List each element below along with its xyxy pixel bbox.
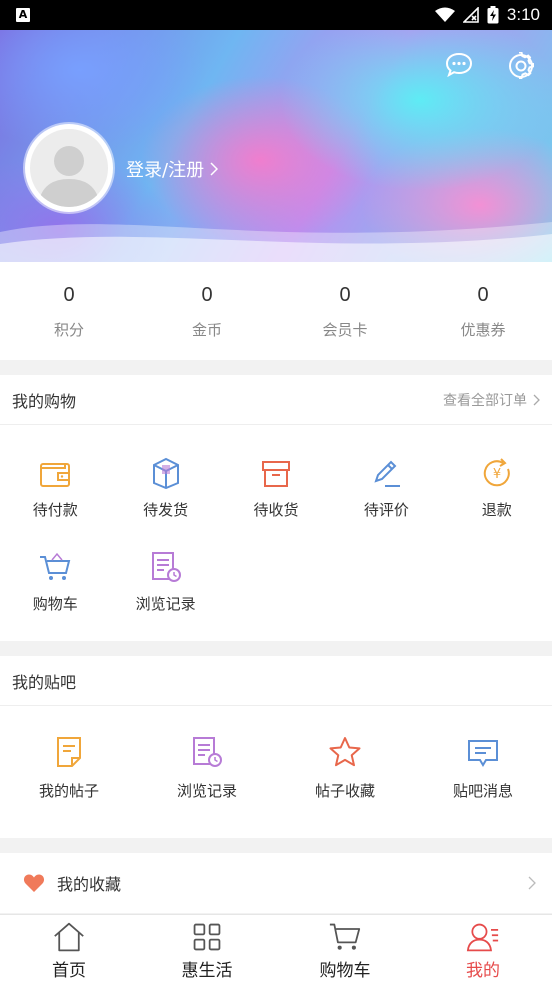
account-stats: 0 积分 0 金币 0 会员卡 0 优惠券 [0, 262, 552, 360]
cart-icon [329, 923, 361, 950]
wifi-icon [434, 7, 455, 22]
order-pending-receipt[interactable]: 待收货 [221, 425, 331, 521]
login-register-label: 登录/注册 [126, 160, 205, 181]
profile-icon [466, 923, 499, 952]
stat-value: 0 [63, 284, 75, 306]
home-icon [54, 922, 84, 952]
order-pending-shipment[interactable]: 待发货 [110, 425, 220, 521]
header-wave-decoration [0, 222, 552, 262]
chat-bubble-icon [445, 52, 473, 78]
stat-label: 金币 [191, 321, 222, 339]
cart-icon [40, 552, 71, 580]
stat-value: 0 [339, 284, 351, 306]
tieba-messages-entry[interactable]: 贴吧消息 [414, 706, 552, 836]
bottom-tab-bar: 首页 惠生活 购物车 我的 [0, 914, 552, 981]
tab-label: 我的 [466, 961, 500, 981]
svg-text:¥: ¥ [493, 467, 501, 482]
chevron-right-icon [533, 394, 540, 405]
my-favorites-row[interactable]: 我的收藏 [0, 853, 552, 913]
stat-coupons[interactable]: 0 优惠券 [414, 262, 552, 360]
view-all-orders-label: 查看全部订单 [443, 392, 527, 409]
tieba-item-label: 我的帖子 [38, 782, 99, 800]
order-status-label: 退款 [481, 501, 512, 519]
tieba-history-entry[interactable]: 浏览记录 [138, 706, 276, 836]
my-shopping-section: 我的购物 查看全部订单 待付款 待发货 待收货 待评价 ¥ 退款 购物车 浏览记… [0, 375, 552, 641]
message-icon [468, 740, 498, 767]
shopping-item-label: 浏览记录 [135, 595, 196, 613]
default-avatar-icon [38, 146, 100, 207]
avatar[interactable] [25, 124, 113, 212]
tieba-item-label: 帖子收藏 [314, 782, 375, 800]
section-title: 我的购物 [12, 391, 77, 411]
history-icon [151, 552, 181, 582]
shopping-item-label: 购物车 [32, 595, 78, 613]
shopping-cart-entry[interactable]: 购物车 [0, 521, 110, 617]
app-badge-icon: A [16, 8, 30, 22]
section-title: 我的贴吧 [12, 672, 77, 692]
stat-coins[interactable]: 0 金币 [138, 262, 276, 360]
tieba-item-label: 贴吧消息 [452, 782, 513, 800]
box-icon [261, 461, 290, 487]
message-button[interactable] [445, 52, 473, 78]
profile-header: 登录/注册 [0, 30, 552, 262]
view-all-orders-link[interactable]: 查看全部订单 [443, 390, 540, 410]
no-signal-icon [462, 7, 479, 23]
chevron-right-icon [528, 876, 536, 890]
post-favorites-entry[interactable]: 帖子收藏 [276, 706, 414, 836]
wallet-icon [40, 463, 71, 487]
package-icon [152, 457, 179, 489]
status-bar: A 3:10 [0, 0, 552, 30]
shopping-history-entry[interactable]: 浏览记录 [110, 521, 220, 617]
settings-button[interactable] [507, 52, 535, 80]
order-pending-review[interactable]: 待评价 [331, 425, 441, 521]
tieba-item-label: 浏览记录 [176, 782, 237, 800]
grid-icon [193, 923, 221, 951]
stat-label: 会员卡 [322, 321, 368, 339]
star-icon [329, 737, 361, 767]
order-refund[interactable]: ¥ 退款 [442, 425, 552, 521]
order-pending-payment[interactable]: 待付款 [0, 425, 110, 521]
tab-label: 惠生活 [181, 961, 233, 981]
order-status-label: 待评价 [363, 501, 409, 519]
stat-value: 0 [477, 284, 489, 306]
chevron-right-icon [210, 162, 219, 176]
tab-cart[interactable]: 购物车 [276, 915, 414, 981]
stat-label: 优惠券 [460, 321, 506, 339]
gear-icon [509, 52, 534, 79]
login-register-link[interactable]: 登录/注册 [126, 156, 219, 182]
battery-icon [487, 6, 499, 24]
order-status-label: 待发货 [143, 501, 189, 519]
section-header: 我的贴吧 [0, 656, 552, 706]
stat-label: 积分 [53, 321, 84, 339]
order-status-label: 待付款 [32, 501, 78, 519]
tab-hui-life[interactable]: 惠生活 [138, 915, 276, 981]
history-icon [193, 737, 222, 767]
heart-icon [23, 874, 45, 892]
tab-mine[interactable]: 我的 [414, 915, 552, 981]
my-posts-entry[interactable]: 我的帖子 [0, 706, 138, 836]
note-icon [57, 737, 81, 767]
my-favorites-label: 我的收藏 [57, 875, 122, 894]
order-status-label: 待收货 [253, 501, 299, 519]
refund-icon: ¥ [483, 458, 510, 487]
stat-points[interactable]: 0 积分 [0, 262, 138, 360]
clock-time: 3:10 [506, 5, 540, 24]
tab-home[interactable]: 首页 [0, 915, 138, 981]
tab-label: 购物车 [319, 961, 371, 981]
section-header: 我的购物 查看全部订单 [0, 375, 552, 425]
my-tieba-section: 我的贴吧 我的帖子 浏览记录 帖子收藏 贴吧消息 [0, 656, 552, 838]
tab-label: 首页 [52, 961, 86, 981]
stat-value: 0 [201, 284, 213, 306]
pen-icon [374, 460, 401, 487]
stat-member-card[interactable]: 0 会员卡 [276, 262, 414, 360]
